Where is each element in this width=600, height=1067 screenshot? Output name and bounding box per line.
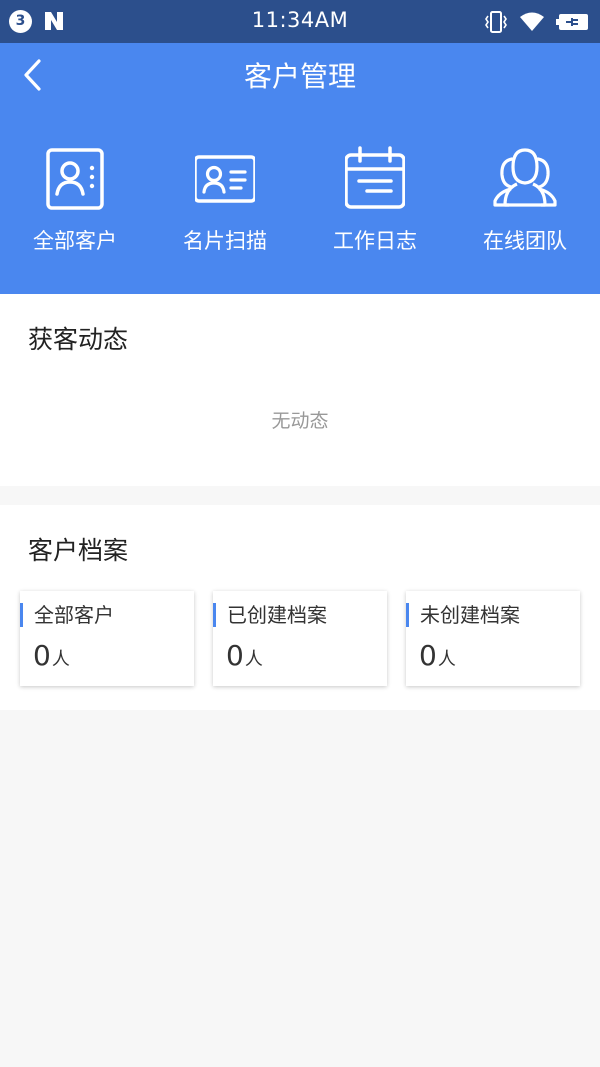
stat-number: 0 (226, 639, 244, 672)
stat-all-customers[interactable]: 全部客户 0人 (20, 591, 194, 686)
shortcut-online-team[interactable]: 在线团队 (450, 143, 600, 263)
stat-not-archived[interactable]: 未创建档案 0人 (406, 591, 580, 686)
shortcut-label: 工作日志 (333, 229, 417, 253)
shortcut-all-customers[interactable]: 全部客户 (0, 143, 150, 263)
stat-archived[interactable]: 已创建档案 0人 (213, 591, 387, 686)
stat-value: 0人 (33, 639, 70, 672)
team-icon (493, 148, 557, 207)
status-bar: 3 11:34AM (0, 0, 600, 43)
stat-number: 0 (419, 639, 437, 672)
archive-section-title: 客户档案 (28, 536, 129, 565)
stat-unit: 人 (437, 649, 456, 670)
header: 客户管理 全部客户 名片扫描 工作日志 在线团队 (0, 43, 600, 294)
stat-label: 全部客户 (34, 603, 114, 627)
feed-empty-text: 无动态 (271, 410, 329, 432)
stat-number: 0 (33, 639, 51, 672)
stat-unit: 人 (244, 649, 263, 670)
vibrate-icon (485, 11, 507, 33)
stat-unit: 人 (51, 649, 70, 670)
stat-value: 0人 (226, 639, 263, 672)
battery-charging-icon (556, 14, 588, 30)
customer-archive-card: 客户档案 全部客户 0人 已创建档案 0人 未创建档案 0人 (0, 505, 600, 710)
shortcut-label: 名片扫描 (183, 229, 267, 253)
stat-accent-bar (406, 603, 409, 627)
page-title: 客户管理 (243, 60, 356, 93)
business-card-icon (195, 155, 255, 203)
acquisition-feed-card: 获客动态 无动态 (0, 294, 600, 486)
stat-accent-bar (213, 603, 216, 627)
status-time: 11:34AM (251, 8, 349, 32)
shortcut-work-log[interactable]: 工作日志 (300, 143, 450, 263)
stat-accent-bar (20, 603, 23, 627)
shortcut-grid: 全部客户 名片扫描 工作日志 在线团队 (0, 143, 600, 263)
shortcut-card-scan[interactable]: 名片扫描 (150, 143, 300, 263)
stat-label: 未创建档案 (420, 603, 520, 627)
calendar-log-icon (345, 146, 405, 209)
contacts-book-icon (46, 148, 104, 210)
shortcut-label: 全部客户 (33, 229, 117, 253)
stat-label: 已创建档案 (227, 603, 327, 627)
wifi-icon (520, 12, 544, 31)
feed-section-title: 获客动态 (28, 325, 129, 354)
shortcut-label: 在线团队 (483, 229, 567, 253)
stat-value: 0人 (419, 639, 456, 672)
